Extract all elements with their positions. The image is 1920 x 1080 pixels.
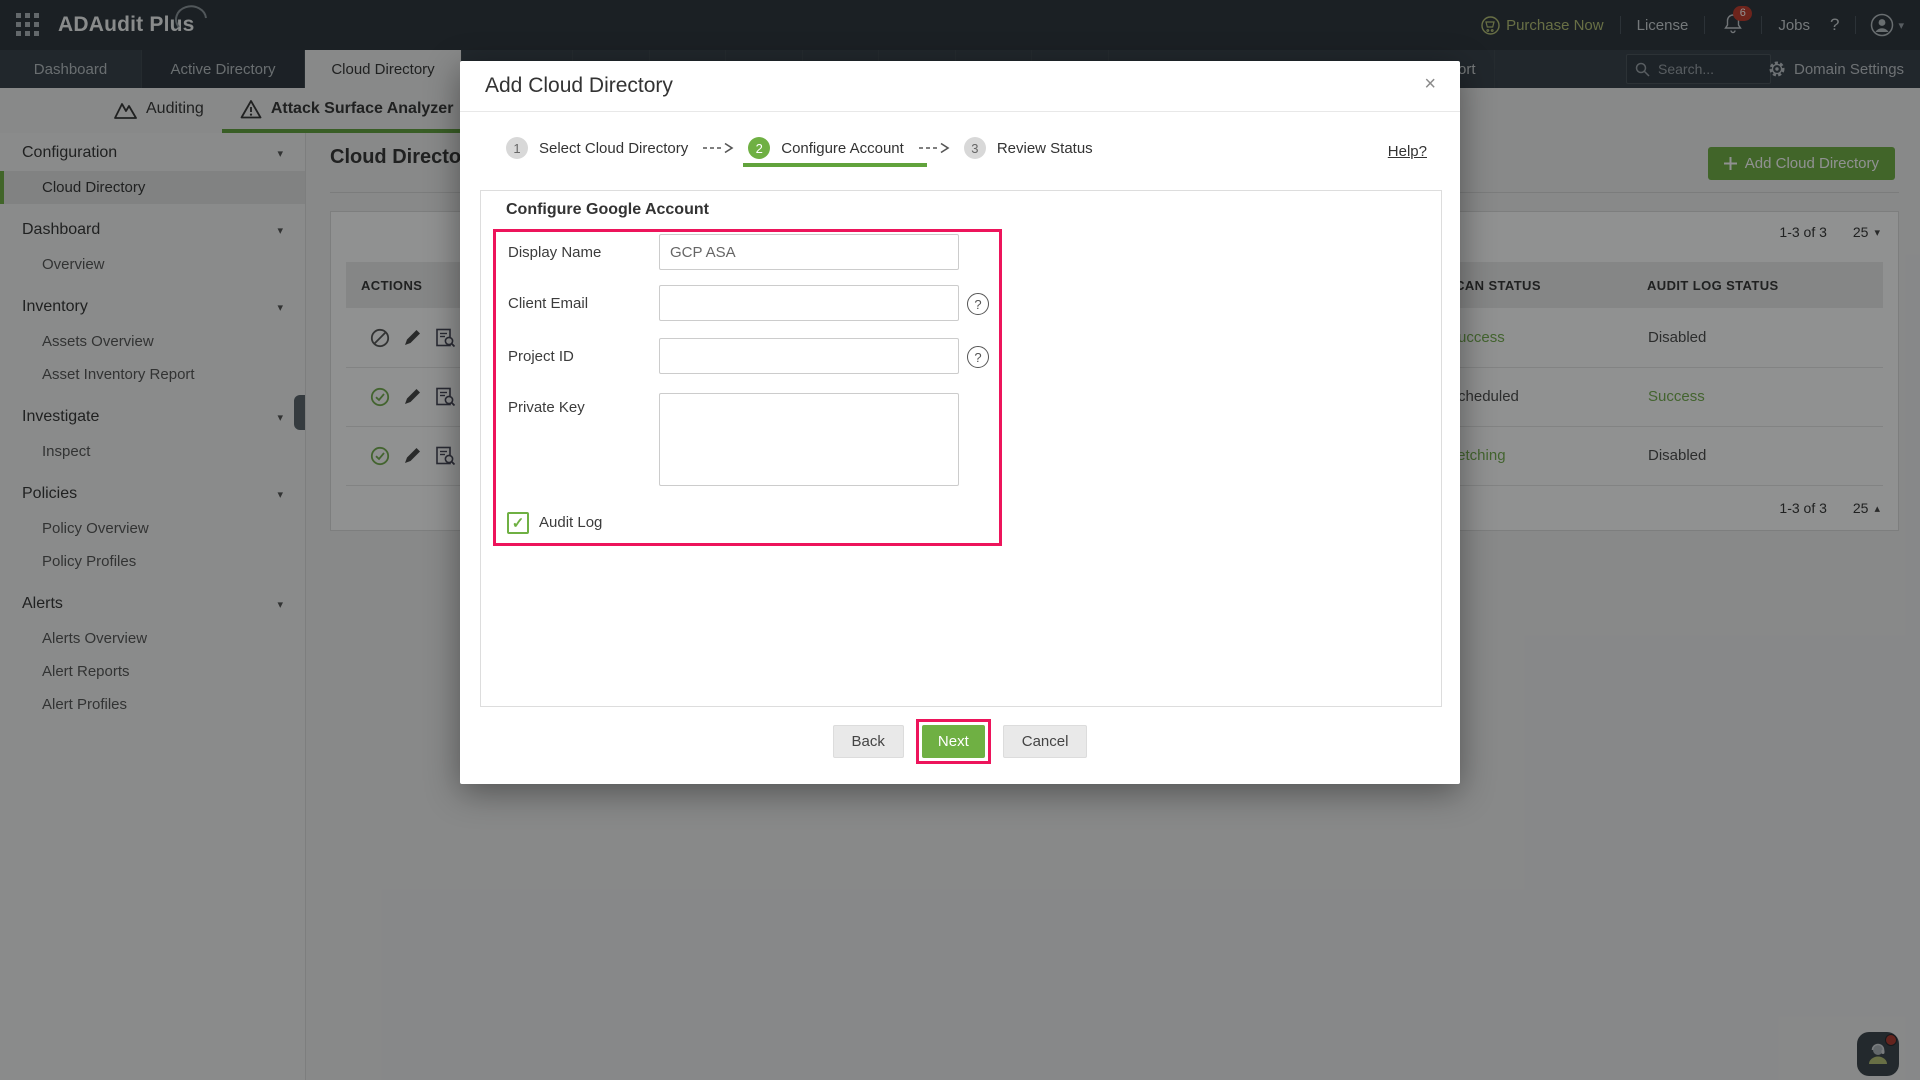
modal-header: Add Cloud Directory × <box>460 61 1460 112</box>
modal-title: Add Cloud Directory <box>485 74 673 98</box>
step-number: 3 <box>964 137 986 159</box>
audit-log-checkbox[interactable]: ✓ <box>507 512 529 534</box>
project-id-label: Project ID <box>508 348 574 365</box>
step-review-status[interactable]: 3 Review Status <box>964 137 1093 159</box>
client-email-help-icon[interactable]: ? <box>967 293 989 315</box>
modal-body: Configure Google Account Display Name Cl… <box>480 190 1442 707</box>
step-arrow-icon <box>918 142 950 154</box>
step-label: Review Status <box>997 140 1093 157</box>
display-name-input[interactable] <box>659 234 959 270</box>
private-key-textarea[interactable] <box>659 393 959 486</box>
next-button[interactable]: Next <box>922 725 985 758</box>
add-cloud-directory-modal: Add Cloud Directory × 1 Select Cloud Dir… <box>460 61 1460 784</box>
active-step-underline <box>743 163 927 167</box>
step-arrow-icon <box>702 142 734 154</box>
display-name-label: Display Name <box>508 244 601 261</box>
audit-log-label: Audit Log <box>539 514 602 531</box>
close-icon[interactable]: × <box>1424 74 1436 94</box>
client-email-label: Client Email <box>508 295 588 312</box>
cancel-button[interactable]: Cancel <box>1003 725 1088 758</box>
annotation-highlight-box <box>493 229 1002 546</box>
step-select-cloud-directory[interactable]: 1 Select Cloud Directory <box>506 137 688 159</box>
check-icon: ✓ <box>512 514 525 532</box>
project-id-input[interactable] <box>659 338 959 374</box>
back-button[interactable]: Back <box>833 725 904 758</box>
private-key-label: Private Key <box>508 399 585 416</box>
project-id-help-icon[interactable]: ? <box>967 346 989 368</box>
wizard-steps: 1 Select Cloud Directory 2 Configure Acc… <box>506 137 1093 159</box>
help-link[interactable]: Help? <box>1388 143 1427 160</box>
screen: ADAudit Plus Purchase Now License <box>0 0 1920 1080</box>
client-email-input[interactable] <box>659 285 959 321</box>
form-heading: Configure Google Account <box>506 201 709 219</box>
step-label: Configure Account <box>781 140 904 157</box>
step-label: Select Cloud Directory <box>539 140 688 157</box>
step-number: 1 <box>506 137 528 159</box>
next-button-highlight: Next <box>916 719 991 764</box>
step-configure-account[interactable]: 2 Configure Account <box>748 137 904 159</box>
modal-footer: Back Next Cancel <box>460 719 1460 764</box>
step-number: 2 <box>748 137 770 159</box>
